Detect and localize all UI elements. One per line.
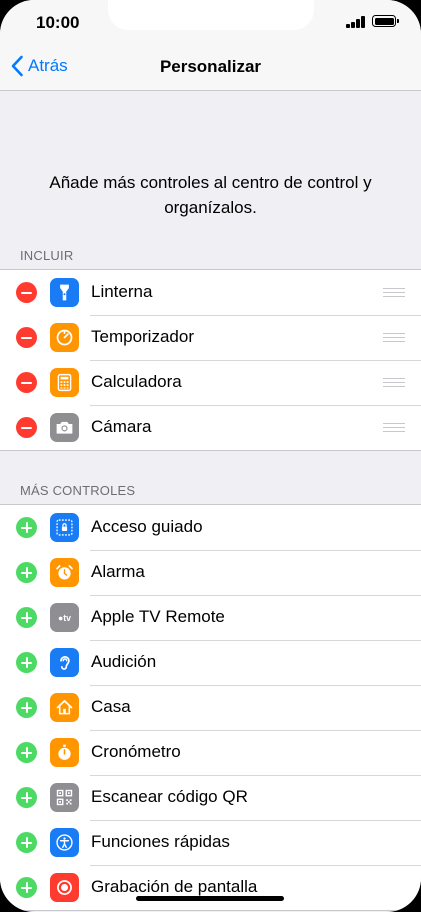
section-header-include: INCLUIR	[20, 248, 74, 263]
list-item[interactable]: Casa	[0, 685, 421, 730]
item-label: Acceso guiado	[91, 517, 203, 536]
add-button[interactable]	[16, 562, 37, 583]
more-controls-list: Acceso guiado Alarma ●tv Apple TV Remote…	[0, 504, 421, 911]
item-label: Cronómetro	[91, 742, 181, 761]
qr-code-icon	[50, 783, 79, 812]
item-label: Casa	[91, 697, 131, 716]
remove-button[interactable]	[16, 372, 37, 393]
page-title: Personalizar	[159, 57, 262, 76]
list-item[interactable]: Grabación de pantalla	[0, 865, 421, 910]
status-bar: 10:00	[0, 0, 421, 44]
timer-icon	[50, 323, 79, 352]
item-label: Grabación de pantalla	[91, 877, 258, 896]
remove-button[interactable]	[16, 417, 37, 438]
reorder-handle-icon[interactable]	[383, 288, 405, 297]
item-label: Funciones rápidas	[91, 832, 230, 851]
flashlight-icon	[50, 278, 79, 307]
settings-screen: 10:00 Atrás Personalizar Añade más contr…	[0, 0, 421, 912]
item-label: Calculadora	[91, 372, 182, 391]
add-button[interactable]	[16, 832, 37, 853]
hearing-icon	[50, 648, 79, 677]
list-item[interactable]: ●tv Apple TV Remote	[0, 595, 421, 640]
navigation-bar: Atrás Personalizar	[0, 44, 421, 91]
add-button[interactable]	[16, 877, 37, 898]
item-label: Linterna	[91, 282, 153, 301]
list-item[interactable]: Temporizador	[0, 315, 421, 360]
guided-access-icon	[50, 513, 79, 542]
item-label: Alarma	[91, 562, 145, 581]
screen-recording-icon	[50, 873, 79, 902]
calculator-icon	[50, 368, 79, 397]
camera-icon	[50, 413, 79, 442]
section-header-more: MÁS CONTROLES	[20, 483, 136, 498]
item-label: Escanear código QR	[91, 787, 248, 806]
home-indicator[interactable]	[136, 896, 284, 901]
notch	[108, 0, 314, 30]
description-text: Añade más controles al centro de control…	[49, 173, 372, 217]
list-item[interactable]: Linterna	[0, 270, 421, 315]
remove-button[interactable]	[16, 282, 37, 303]
stopwatch-icon	[50, 738, 79, 767]
reorder-handle-icon[interactable]	[383, 378, 405, 387]
include-list: Linterna Temporizador Calculadora Cámara	[0, 269, 421, 451]
reorder-handle-icon[interactable]	[383, 333, 405, 342]
battery-icon	[372, 15, 399, 27]
add-button[interactable]	[16, 607, 37, 628]
list-item[interactable]: Cámara	[0, 405, 421, 450]
add-button[interactable]	[16, 652, 37, 673]
cellular-signal-icon	[346, 16, 366, 28]
list-item[interactable]: Escanear código QR	[0, 775, 421, 820]
alarm-icon	[50, 558, 79, 587]
item-label: Temporizador	[91, 327, 194, 346]
add-button[interactable]	[16, 787, 37, 808]
list-item[interactable]: Audición	[0, 640, 421, 685]
accessibility-icon	[50, 828, 79, 857]
add-button[interactable]	[16, 517, 37, 538]
item-label: Cámara	[91, 417, 152, 436]
list-item[interactable]: Cronómetro	[0, 730, 421, 775]
home-icon	[50, 693, 79, 722]
item-label: Audición	[91, 652, 157, 671]
add-button[interactable]	[16, 697, 37, 718]
list-item[interactable]: Funciones rápidas	[0, 820, 421, 865]
list-item[interactable]: Calculadora	[0, 360, 421, 405]
remove-button[interactable]	[16, 327, 37, 348]
list-item[interactable]: Alarma	[0, 550, 421, 595]
apple-tv-icon: ●tv	[50, 603, 79, 632]
item-label: Apple TV Remote	[91, 607, 225, 626]
svg-text:●tv: ●tv	[58, 613, 71, 623]
list-item[interactable]: Acceso guiado	[0, 505, 421, 550]
add-button[interactable]	[16, 742, 37, 763]
status-time: 10:00	[36, 13, 80, 32]
reorder-handle-icon[interactable]	[383, 423, 405, 432]
